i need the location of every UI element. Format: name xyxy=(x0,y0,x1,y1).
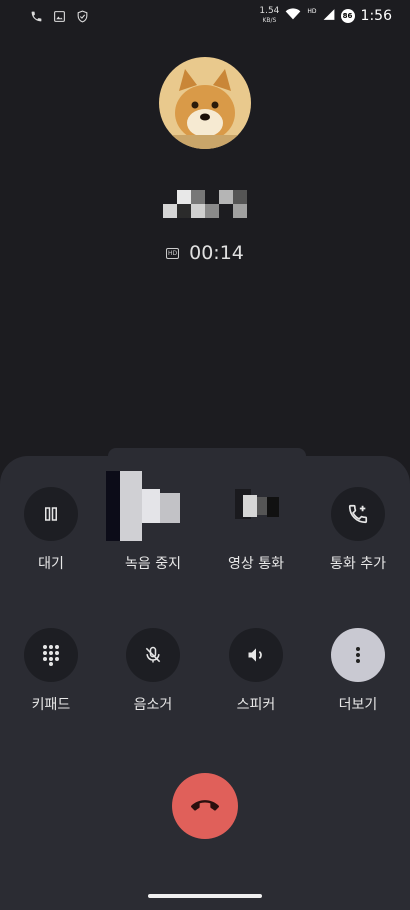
hold-button[interactable]: 대기 xyxy=(1,487,101,573)
video-call-icon xyxy=(229,487,283,541)
net-speed-unit: KB/S xyxy=(262,16,277,24)
mute-button[interactable]: 음소거 xyxy=(103,628,203,714)
speaker-button[interactable]: 스피커 xyxy=(206,628,306,714)
call-duration-row: HD 00:14 xyxy=(0,242,410,264)
status-time: 1:56 xyxy=(360,7,392,24)
add-call-label: 통화 추가 xyxy=(330,556,386,572)
hd-voice-icon: HD xyxy=(166,247,180,259)
end-call-button[interactable] xyxy=(172,773,238,839)
dog-avatar-image xyxy=(159,57,251,149)
mute-label: 음소거 xyxy=(133,697,173,713)
stop-recording-button[interactable]: 녹음 중지 xyxy=(103,471,203,573)
network-speed: 1.54 KB/S xyxy=(259,5,280,25)
more-icon xyxy=(331,628,385,682)
image-icon xyxy=(53,8,66,27)
battery-icon: 86 xyxy=(340,8,355,23)
net-speed-value: 1.54 xyxy=(259,5,280,16)
keypad-button[interactable]: 키패드 xyxy=(1,628,101,714)
signal-icon xyxy=(323,6,335,25)
more-button[interactable]: 더보기 xyxy=(308,628,408,714)
add-call-button[interactable]: 통화 추가 xyxy=(308,487,408,573)
wifi-icon xyxy=(285,6,301,25)
keypad-label: 키패드 xyxy=(31,697,71,713)
video-call-button[interactable]: 영상 통화 xyxy=(206,487,306,573)
hd-badge: HD xyxy=(307,8,317,15)
speaker-label: 스피커 xyxy=(236,697,276,713)
call-duration: 00:14 xyxy=(189,242,244,264)
video-call-label: 영상 통화 xyxy=(228,556,284,572)
pause-icon xyxy=(24,487,78,541)
speaker-icon xyxy=(229,628,283,682)
caller-avatar xyxy=(159,57,251,149)
caller-name-redacted xyxy=(0,190,410,218)
stop-recording-label: 녹음 중지 xyxy=(125,556,181,572)
record-stop-icon xyxy=(106,471,180,541)
home-indicator[interactable] xyxy=(148,894,262,898)
dialpad-icon xyxy=(24,628,78,682)
status-bar: 1.54 KB/S HD 86 1:56 xyxy=(0,0,410,32)
mic-off-icon xyxy=(126,628,180,682)
hang-up-icon xyxy=(191,800,219,811)
add-call-icon xyxy=(331,487,385,541)
more-label: 더보기 xyxy=(338,697,378,713)
phone-icon xyxy=(30,8,43,27)
hold-label: 대기 xyxy=(38,556,64,572)
shield-icon xyxy=(76,8,89,27)
